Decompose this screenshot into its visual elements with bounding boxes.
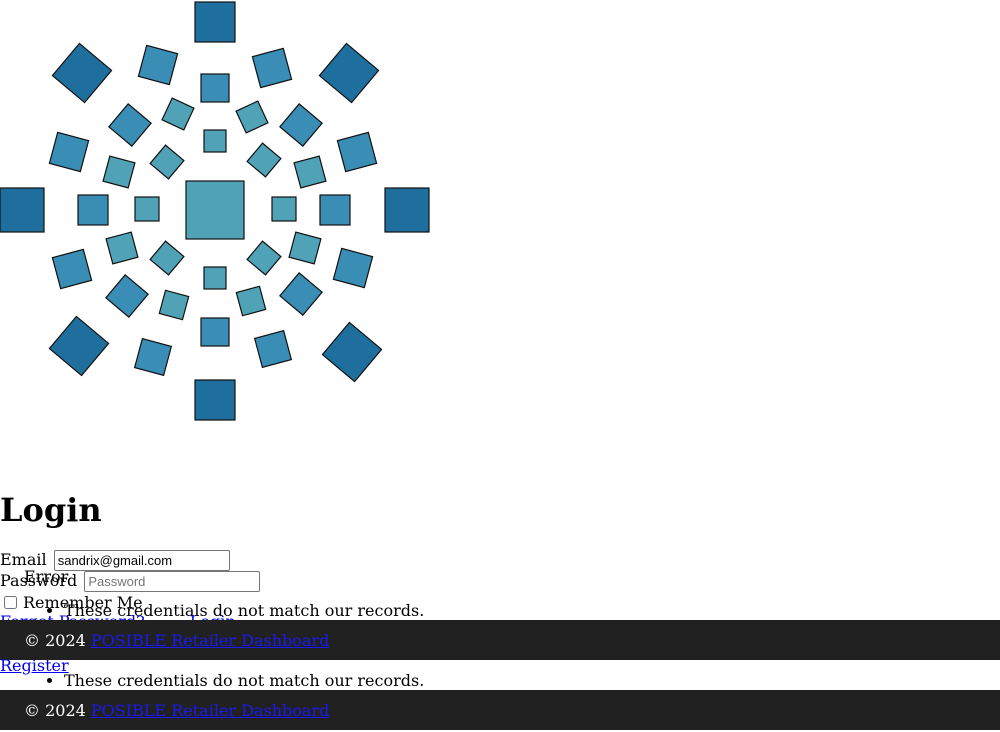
logo-square — [0, 187, 45, 233]
logo-square — [321, 321, 383, 383]
password-input[interactable] — [84, 571, 261, 592]
logo-square — [318, 42, 380, 104]
logo-square — [271, 196, 297, 222]
page-title: Login — [0, 491, 102, 529]
logo-square — [48, 315, 110, 377]
logo-square — [133, 337, 173, 377]
logo-square — [246, 240, 282, 276]
logo-square — [332, 247, 374, 289]
footer-duplicate: © 2024 POSIBLE Retailer Dashboard — [0, 690, 1000, 730]
logo-square — [149, 240, 185, 276]
logo-square — [105, 274, 149, 318]
footer-copyright: © 2024 — [24, 701, 86, 720]
logo-square — [319, 194, 351, 226]
logo-square — [246, 142, 282, 178]
logo-square — [134, 196, 160, 222]
logo-square — [48, 131, 90, 173]
logo-square — [200, 317, 230, 347]
logo-square — [161, 97, 195, 131]
logo-square — [105, 231, 139, 265]
logo-square — [200, 73, 230, 103]
logo-square — [288, 231, 322, 265]
logo-square — [203, 129, 227, 153]
logo-square — [384, 187, 430, 233]
logo-square — [235, 100, 269, 134]
logo-square — [279, 103, 323, 147]
logo-square — [51, 248, 93, 290]
logo-square — [77, 194, 109, 226]
error-message: These credentials do not match our recor… — [64, 671, 424, 691]
logo-square — [158, 289, 190, 321]
logo-square — [251, 47, 293, 89]
logo-square — [203, 266, 227, 290]
logo-square — [279, 272, 323, 316]
logo-square — [194, 379, 236, 421]
logo-square — [336, 131, 378, 173]
footer: © 2024 POSIBLE Retailer Dashboard — [0, 620, 1000, 660]
logo-square — [137, 44, 179, 86]
error-heading: Error — [24, 567, 69, 586]
email-input[interactable] — [53, 550, 230, 571]
logo-square — [51, 42, 113, 104]
logo-square — [253, 329, 293, 369]
footer-dashboard-link[interactable]: POSIBLE Retailer Dashboard — [91, 701, 329, 720]
logo-square — [293, 155, 327, 189]
logo-square — [108, 103, 152, 147]
logo-square — [149, 144, 185, 180]
logo-square — [194, 1, 236, 43]
footer-copyright: © 2024 — [24, 631, 86, 650]
logo-square — [185, 180, 245, 240]
error-list-duplicate: These credentials do not match our recor… — [0, 671, 424, 691]
footer-dashboard-link[interactable]: POSIBLE Retailer Dashboard — [91, 631, 329, 650]
logo-square — [102, 155, 136, 189]
logo-mosaic — [0, 1, 430, 421]
logo-square — [235, 285, 267, 317]
